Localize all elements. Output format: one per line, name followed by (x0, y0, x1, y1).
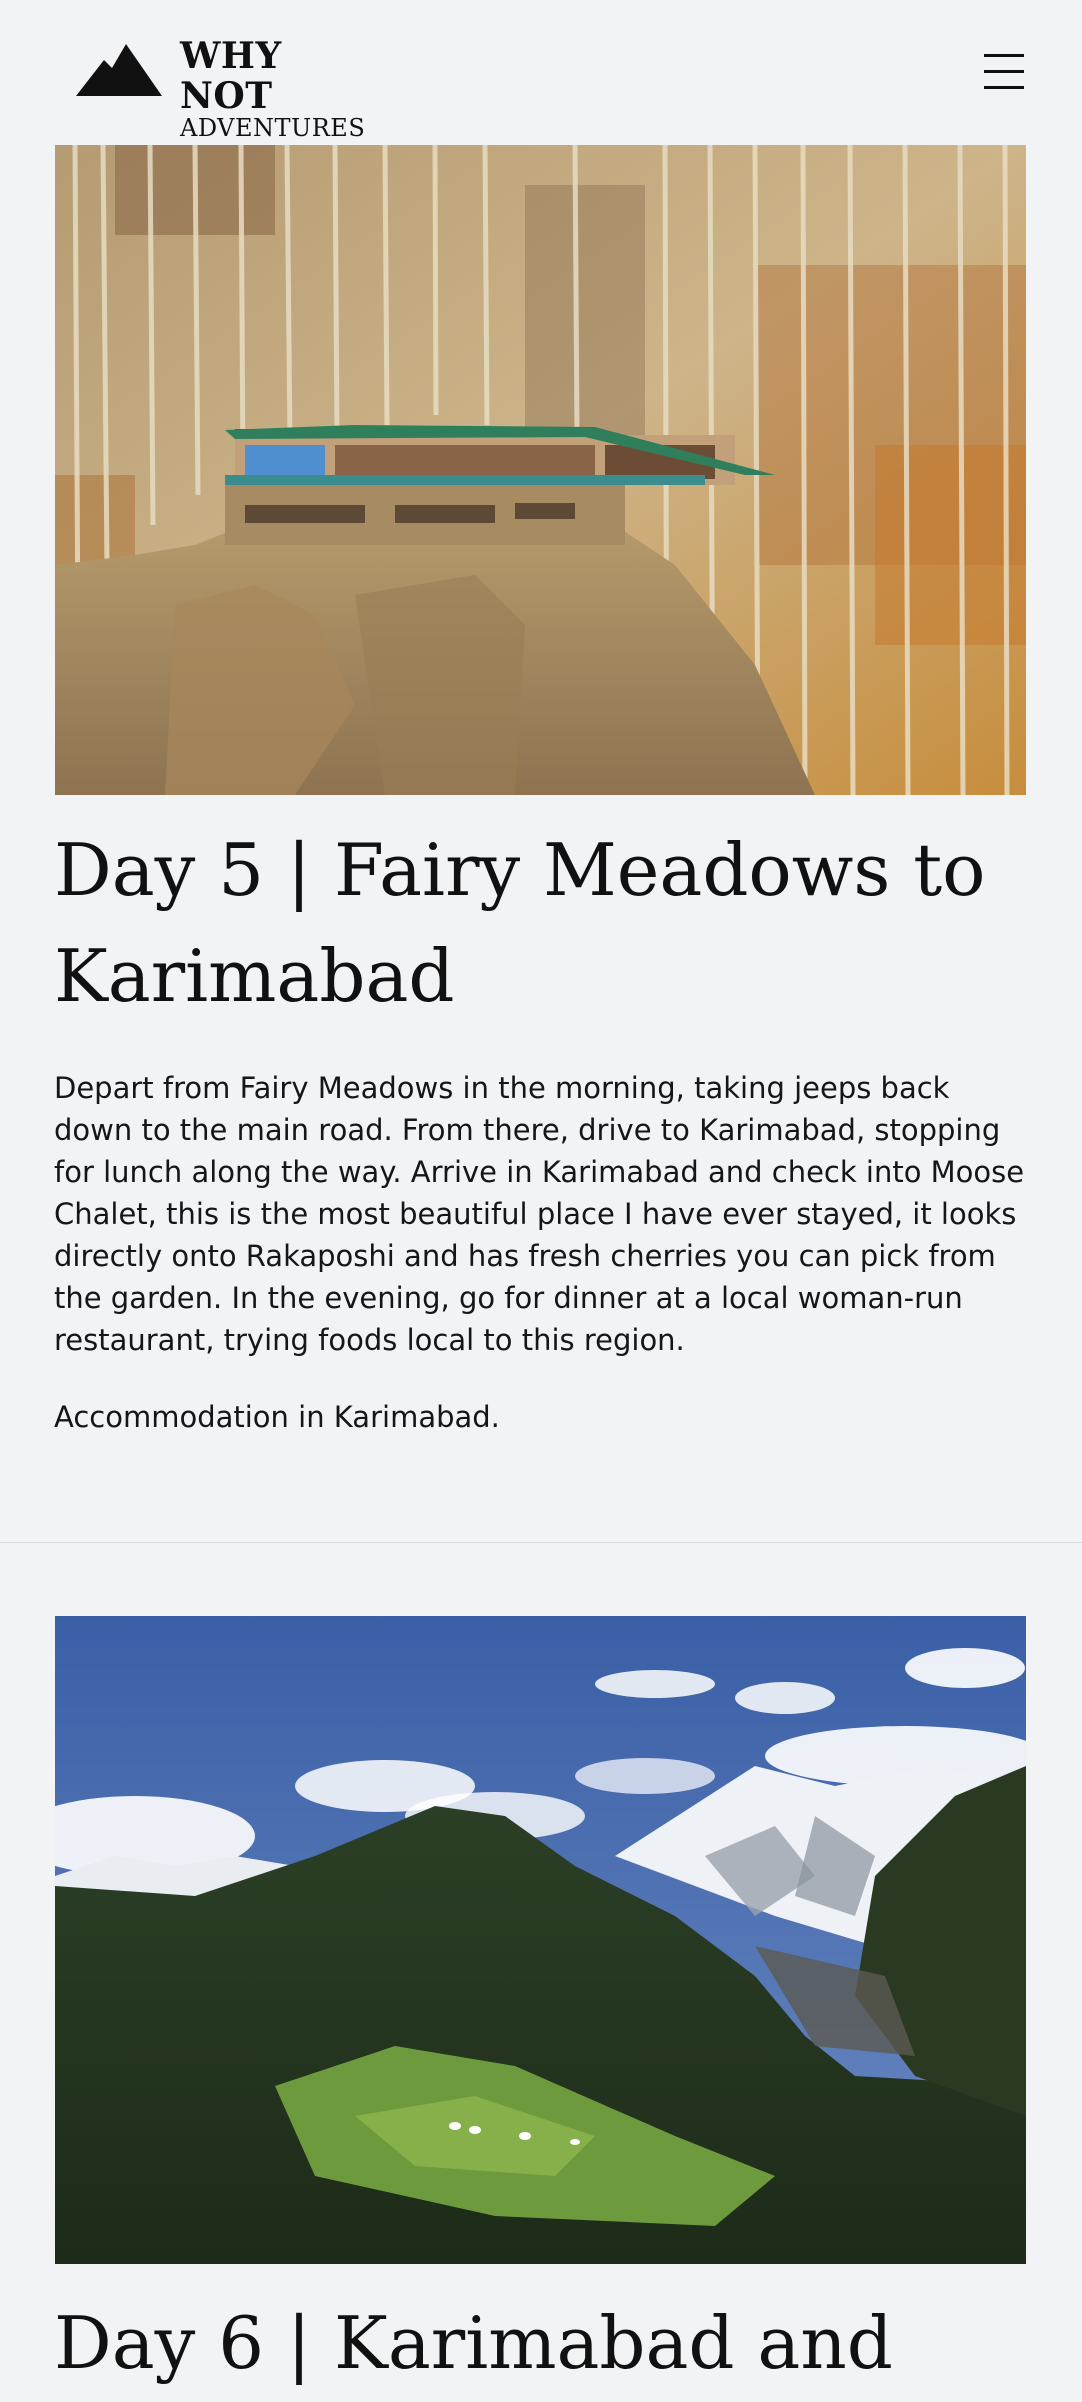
section-divider (0, 1542, 1082, 1543)
logo-text: WHY NOT ADVENTURES (180, 36, 376, 140)
day-5-photo (55, 145, 1026, 795)
mountain-icon (76, 44, 162, 96)
day-5-description: Depart from Fairy Meadows in the morning… (54, 1071, 1025, 1357)
day-5-accommodation: Accommodation in Karimabad. (54, 1400, 500, 1434)
day-6-title: Day 6 | Karimabad and (54, 2301, 893, 2385)
day-6-photo (55, 1616, 1026, 2264)
site-header: WHY NOT ADVENTURES (0, 0, 1082, 140)
hamburger-menu-icon[interactable] (980, 52, 1028, 92)
brand-name: WHY NOT (180, 35, 282, 117)
brand-subtitle: ADVENTURES (180, 114, 366, 142)
site-logo[interactable]: WHY NOT ADVENTURES (76, 36, 376, 140)
day-5-title: Day 5 | Fairy Meadows to Karimabad (54, 828, 986, 1018)
